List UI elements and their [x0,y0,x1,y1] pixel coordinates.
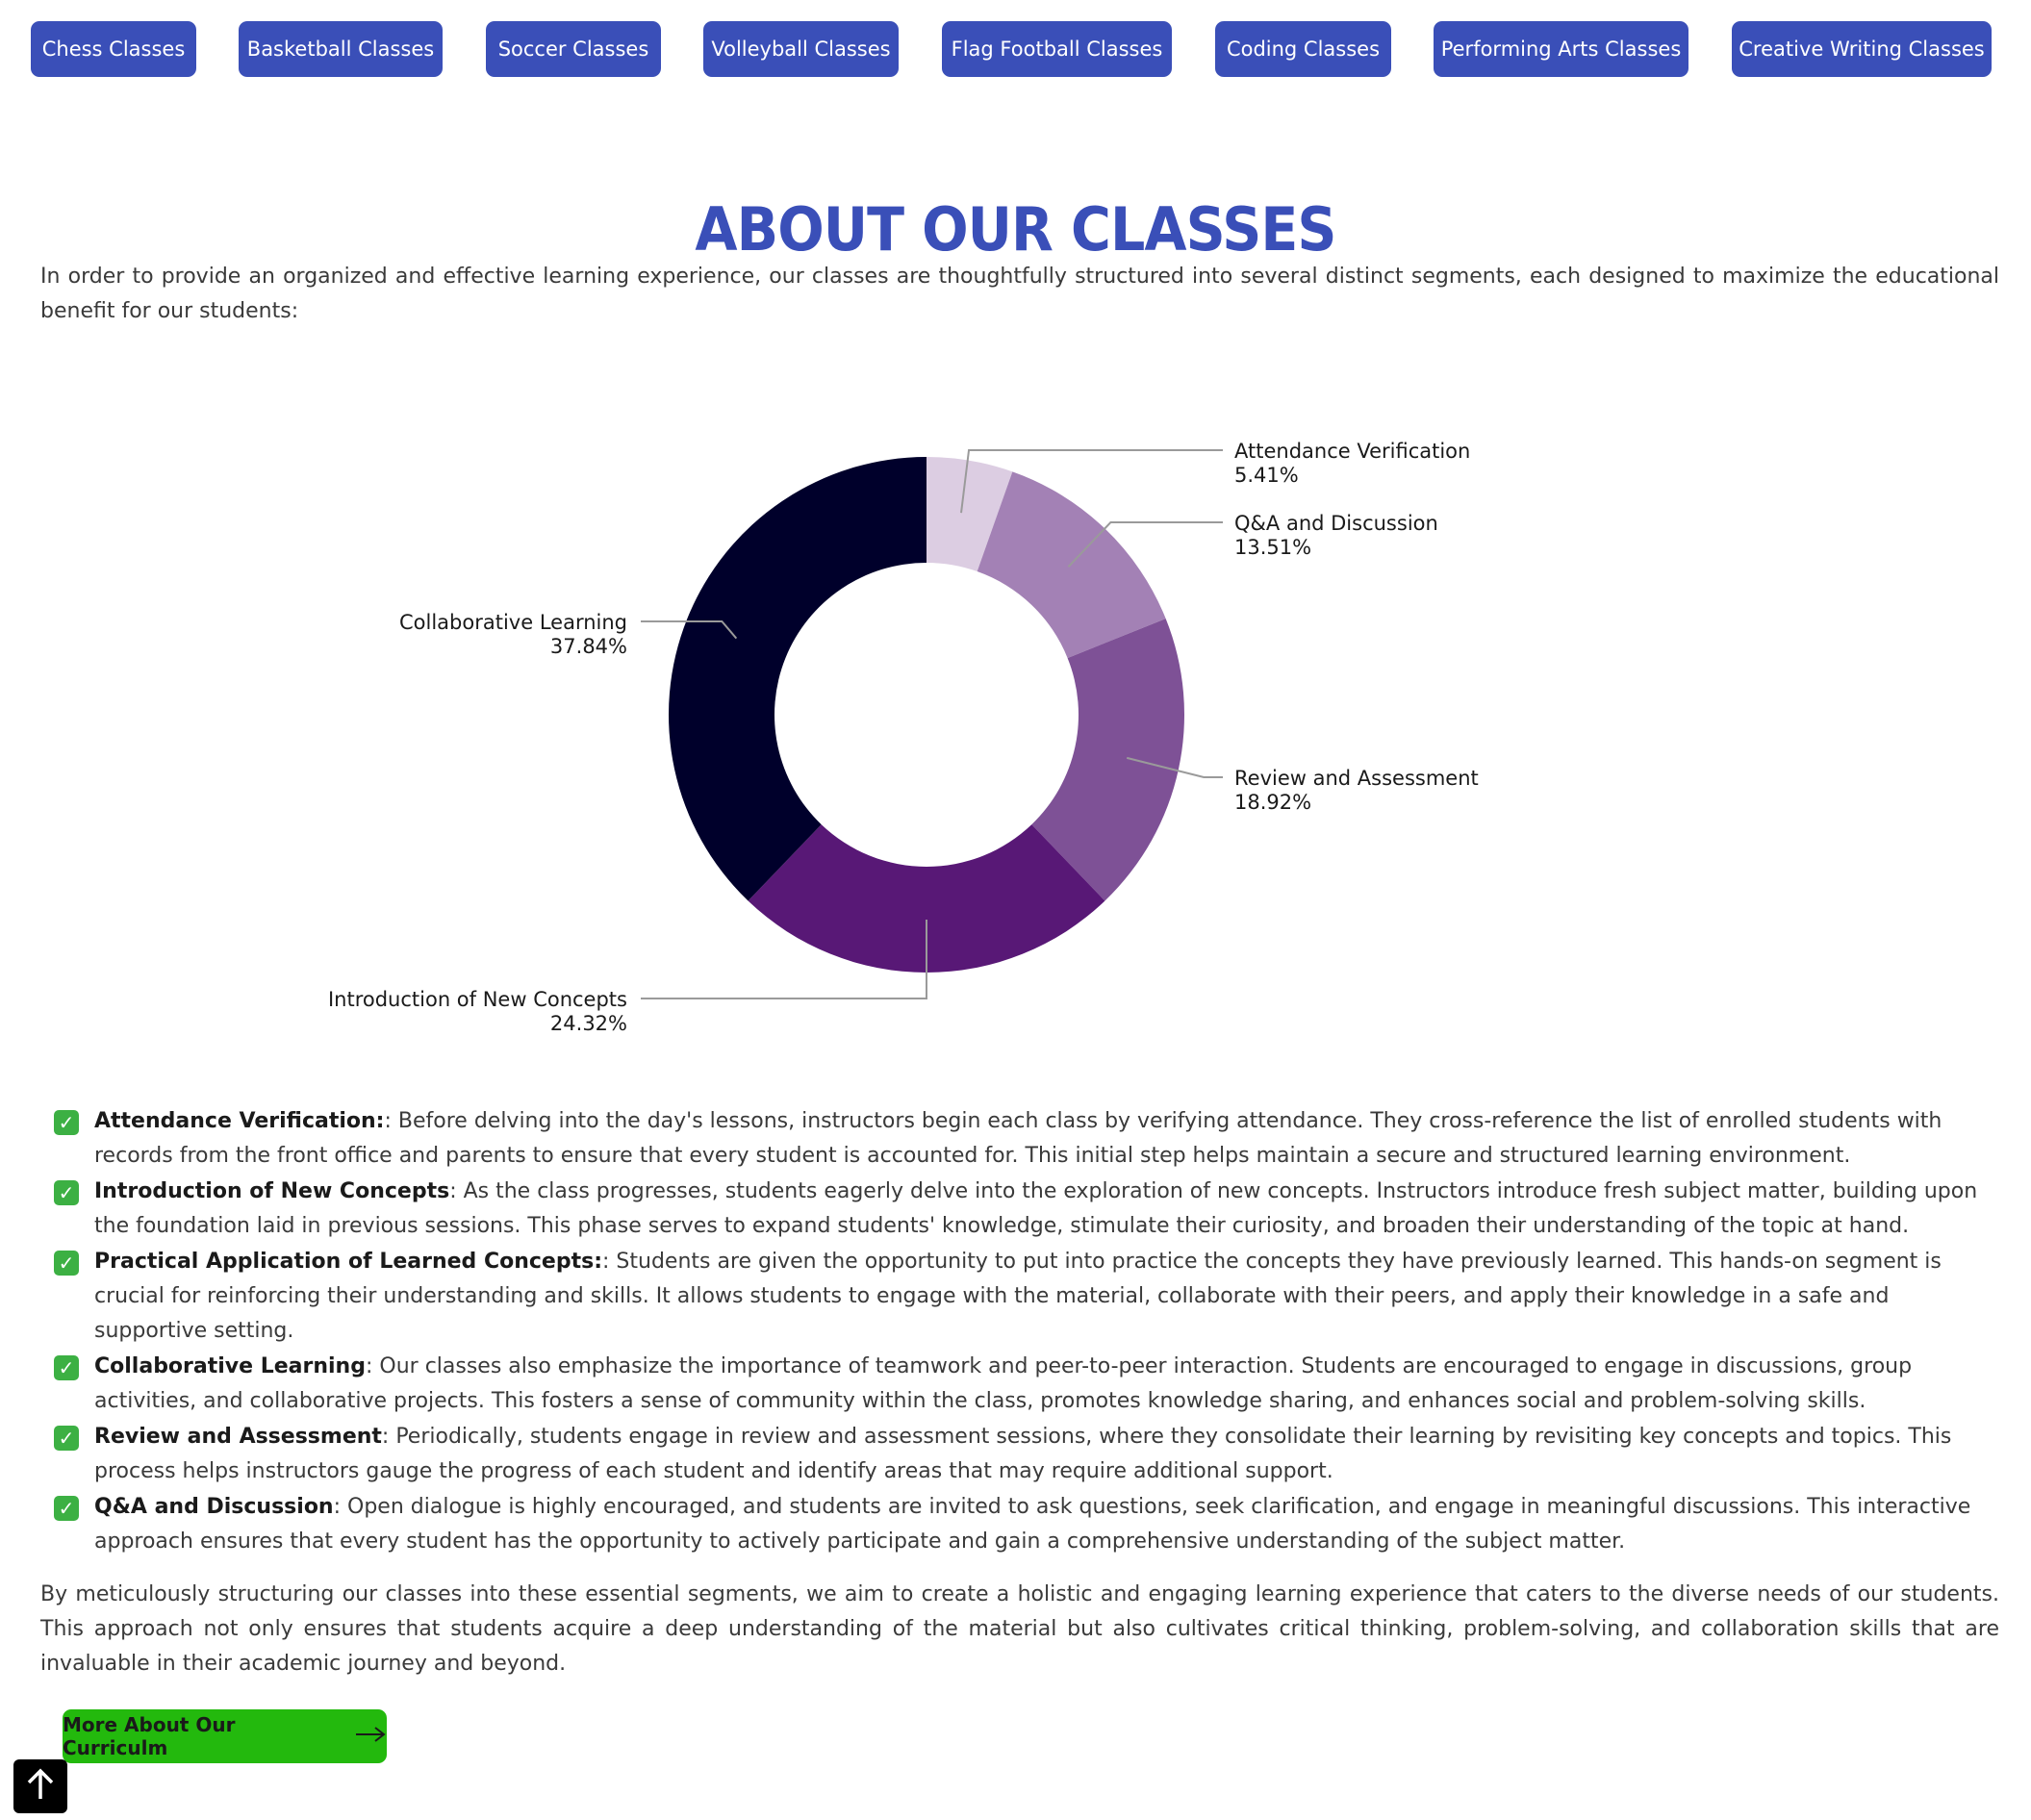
arrow-right-icon [354,1722,387,1751]
item-text: : Our classes also emphasize the importa… [94,1354,1913,1413]
nav-basketball-classes[interactable]: Basketball Classes [239,21,443,77]
slice-value-label: 13.51% [1234,536,1311,559]
slice-value-label: 37.84% [550,635,627,658]
item-title: Introduction of New Concepts [94,1179,450,1203]
arrow-up-icon [25,1768,56,1805]
donut-slice [669,457,927,901]
list-item: ✓ Q&A and Discussion: Open dialogue is hi… [54,1490,2007,1559]
nav-creative-writing-classes[interactable]: Creative Writing Classes [1732,21,1992,77]
back-to-top-button[interactable] [13,1759,67,1813]
donut-chart: Attendance Verification5.41% Q&A and Disc… [328,440,1479,1035]
slice-label: Introduction of New Concepts [328,988,627,1011]
check-icon: ✓ [54,1355,79,1380]
item-text: : Open dialogue is highly encouraged, an… [94,1495,1971,1554]
slice-value-label: 18.92% [1234,791,1311,814]
segment-list: ✓ Attendance Verification:: Before delvin… [54,1104,2007,1560]
check-icon: ✓ [54,1426,79,1451]
class-nav: Chess Classes Basketball Classes Soccer … [0,21,2031,79]
list-item: ✓ Review and Assessment: Periodically, st… [54,1420,2007,1489]
list-item: ✓ Practical Application of Learned Concep… [54,1245,2007,1349]
outro-paragraph: By meticulously structuring our classes … [40,1582,1999,1676]
nav-volleyball-classes[interactable]: Volleyball Classes [703,21,899,77]
slice-label: Collaborative Learning [399,611,627,634]
slice-value-label: 24.32% [550,1012,627,1035]
item-title: Review and Assessment [94,1425,382,1449]
nav-chess-classes[interactable]: Chess Classes [31,21,196,77]
list-item: ✓ Introduction of New Concepts: As the cl… [54,1175,2007,1244]
check-icon: ✓ [54,1496,79,1521]
intro-paragraph: In order to provide an organized and eff… [40,265,1999,323]
item-title: Practical Application of Learned Concept… [94,1250,602,1274]
slice-label: Attendance Verification [1234,440,1470,463]
check-icon: ✓ [54,1180,79,1205]
check-icon: ✓ [54,1110,79,1135]
nav-soccer-classes[interactable]: Soccer Classes [486,21,661,77]
nav-performing-arts-classes[interactable]: Performing Arts Classes [1434,21,1688,77]
list-item: ✓ Collaborative Learning: Our classes als… [54,1350,2007,1419]
nav-coding-classes[interactable]: Coding Classes [1215,21,1391,77]
item-title: Q&A and Discussion [94,1495,334,1519]
slice-label: Review and Assessment [1234,767,1479,790]
slice-label: Q&A and Discussion [1234,512,1438,535]
item-title: Collaborative Learning [94,1354,366,1378]
slice-value-label: 5.41% [1234,464,1299,487]
curriculum-button-label: More About Our Curriculm [63,1713,236,1759]
check-icon: ✓ [54,1251,79,1276]
nav-flag-football-classes[interactable]: Flag Football Classes [942,21,1172,77]
list-item: ✓ Attendance Verification:: Before delvin… [54,1104,2007,1174]
item-title: Attendance Verification: [94,1109,385,1133]
curriculum-button[interactable]: More About Our Curriculm [63,1709,387,1763]
page-title: About Our Classes [695,193,1336,265]
class-segments-chart: Attendance Verification 5.41% Q&A and Disc… [0,404,2031,1039]
